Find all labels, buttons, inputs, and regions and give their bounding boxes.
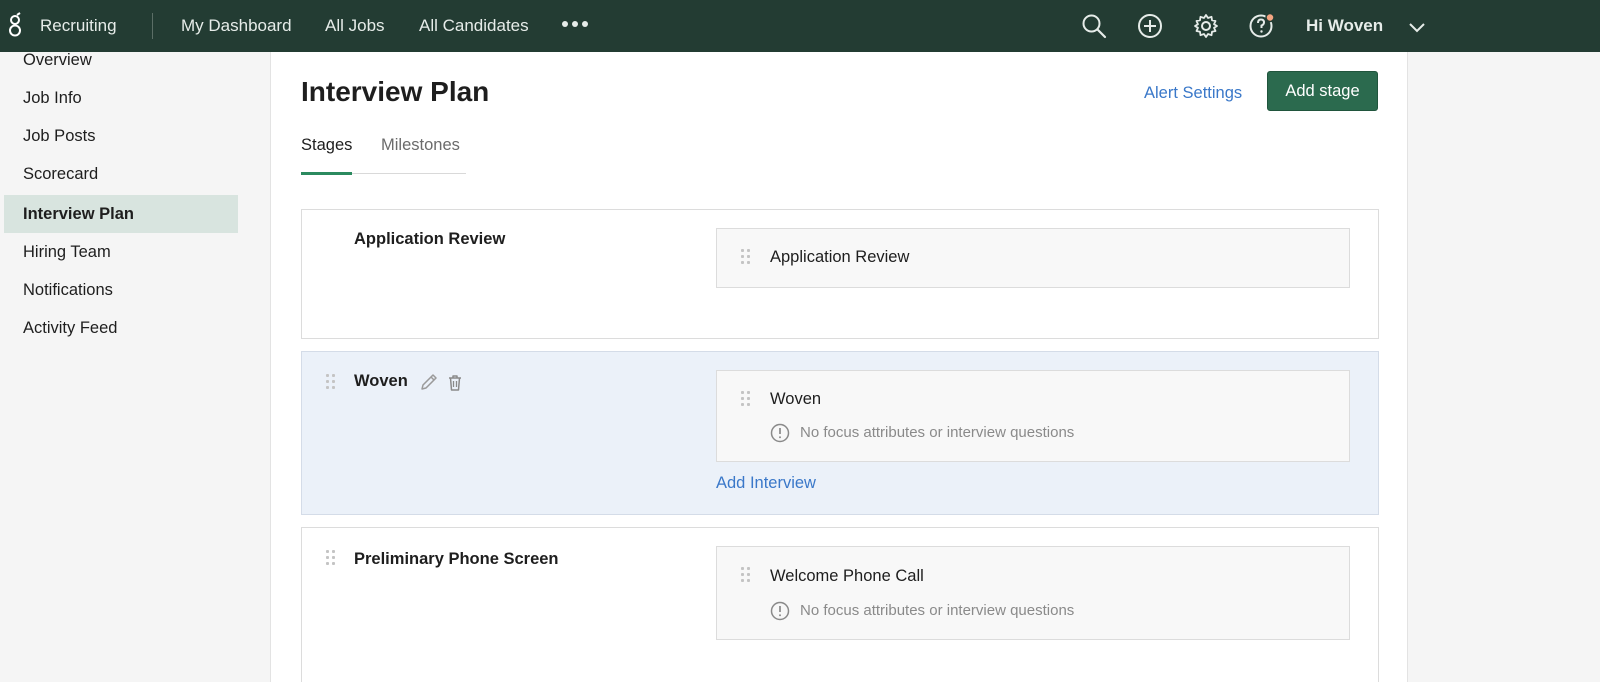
user-menu[interactable]: Hi Woven xyxy=(1306,16,1425,36)
tab-stages[interactable]: Stages xyxy=(301,136,353,175)
warning-circle-icon xyxy=(770,601,790,621)
interview-name: Woven xyxy=(770,390,822,408)
nav-my-dashboard[interactable]: My Dashboard xyxy=(181,16,292,36)
stage-name: Preliminary Phone Screen xyxy=(354,550,559,568)
add-stage-button[interactable]: Add stage xyxy=(1267,71,1378,111)
add-circle-icon[interactable] xyxy=(1137,13,1163,39)
interview-note: No focus attributes or interview questio… xyxy=(800,424,1075,441)
alert-settings-link[interactable]: Alert Settings xyxy=(1144,84,1242,103)
help-icon[interactable] xyxy=(1249,13,1275,39)
drag-handle-icon[interactable] xyxy=(326,550,336,568)
sidebar-item-interview-plan[interactable]: Interview Plan xyxy=(4,195,238,233)
drag-handle-icon[interactable] xyxy=(326,374,336,392)
interview-card[interactable]: Welcome Phone Call No focus attributes o… xyxy=(716,546,1350,640)
user-greeting: Hi Woven xyxy=(1306,16,1384,35)
add-interview-link[interactable]: Add Interview xyxy=(716,474,816,493)
sidebar-item-scorecard[interactable]: Scorecard xyxy=(4,155,238,193)
interview-card[interactable]: Woven No focus attributes or interview q… xyxy=(716,370,1350,462)
sidebar-item-job-posts[interactable]: Job Posts xyxy=(4,117,238,155)
app-name[interactable]: Recruiting xyxy=(40,16,117,36)
stage-card: Application Review Application Review xyxy=(301,209,1379,339)
interview-note: No focus attributes or interview questio… xyxy=(800,602,1075,619)
job-sidebar: Overview Job Info Job Posts Scorecard In… xyxy=(0,51,270,682)
drag-handle-icon[interactable] xyxy=(741,391,751,409)
nav-all-candidates[interactable]: All Candidates xyxy=(419,16,529,36)
warning-circle-icon xyxy=(770,423,790,443)
nav-divider xyxy=(152,13,153,39)
page-title: Interview Plan xyxy=(301,76,490,107)
tab-bar: Stages Milestones xyxy=(301,136,466,175)
search-icon[interactable] xyxy=(1081,13,1107,39)
chevron-down-icon xyxy=(1409,23,1425,33)
top-nav-bar: Recruiting My Dashboard All Jobs All Can… xyxy=(0,0,1600,52)
greenhouse-logo-icon[interactable] xyxy=(7,12,23,38)
interview-card[interactable]: Application Review xyxy=(716,228,1350,288)
sidebar-item-notifications[interactable]: Notifications xyxy=(4,271,238,309)
drag-handle-icon[interactable] xyxy=(741,249,751,267)
stage-card: Woven Woven No focus attributes or inter… xyxy=(301,351,1379,515)
more-options-icon[interactable] xyxy=(562,20,590,30)
stage-card: Preliminary Phone Screen Welcome Phone C… xyxy=(301,527,1379,682)
settings-gear-icon[interactable] xyxy=(1193,13,1219,39)
sidebar-item-activity-feed[interactable]: Activity Feed xyxy=(4,309,238,347)
interview-name: Application Review xyxy=(770,248,910,266)
sidebar-item-job-info[interactable]: Job Info xyxy=(4,79,238,117)
stage-name: Woven xyxy=(354,372,408,390)
drag-handle-icon[interactable] xyxy=(741,567,751,585)
sidebar-item-hiring-team[interactable]: Hiring Team xyxy=(4,233,238,271)
main-content: Interview Plan Alert Settings Add stage … xyxy=(270,52,1408,682)
tab-milestones[interactable]: Milestones xyxy=(381,136,460,174)
trash-icon[interactable] xyxy=(445,373,465,393)
nav-all-jobs[interactable]: All Jobs xyxy=(325,16,385,36)
stage-name: Application Review xyxy=(354,230,506,248)
sidebar-item-overview[interactable]: Overview xyxy=(4,41,238,79)
interview-name: Welcome Phone Call xyxy=(770,567,924,585)
edit-pencil-icon[interactable] xyxy=(419,372,439,392)
